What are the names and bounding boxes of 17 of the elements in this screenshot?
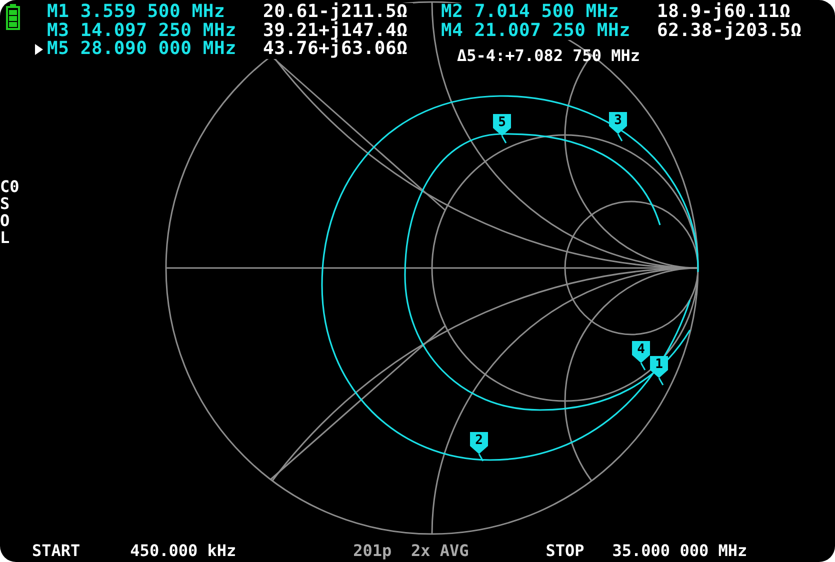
stop-frequency: 35.000 000 MHz: [612, 540, 748, 560]
calibration-label: C0: [0, 178, 20, 195]
start-label: START: [32, 540, 80, 560]
marker-impedance: 20.61-j211.5Ω: [263, 3, 413, 22]
sweep-info: 201p 2x AVG: [353, 540, 469, 560]
calibration-label: L: [0, 229, 11, 246]
stop-label: STOP: [546, 540, 584, 560]
calibration-label: O: [0, 212, 11, 229]
marker-flag: 3: [609, 112, 627, 142]
battery-icon: [6, 4, 20, 30]
start-frequency: 450.000 kHz: [130, 540, 236, 560]
marker-flag: 5: [493, 114, 511, 144]
marker-flag: 4: [632, 341, 650, 370]
marker-flag: 1: [650, 356, 668, 386]
delta-frequency: Δ5-4:+7.082 750 MHz: [457, 46, 642, 65]
calibration-label: S: [0, 195, 11, 212]
marker-flag: 2: [470, 432, 488, 462]
